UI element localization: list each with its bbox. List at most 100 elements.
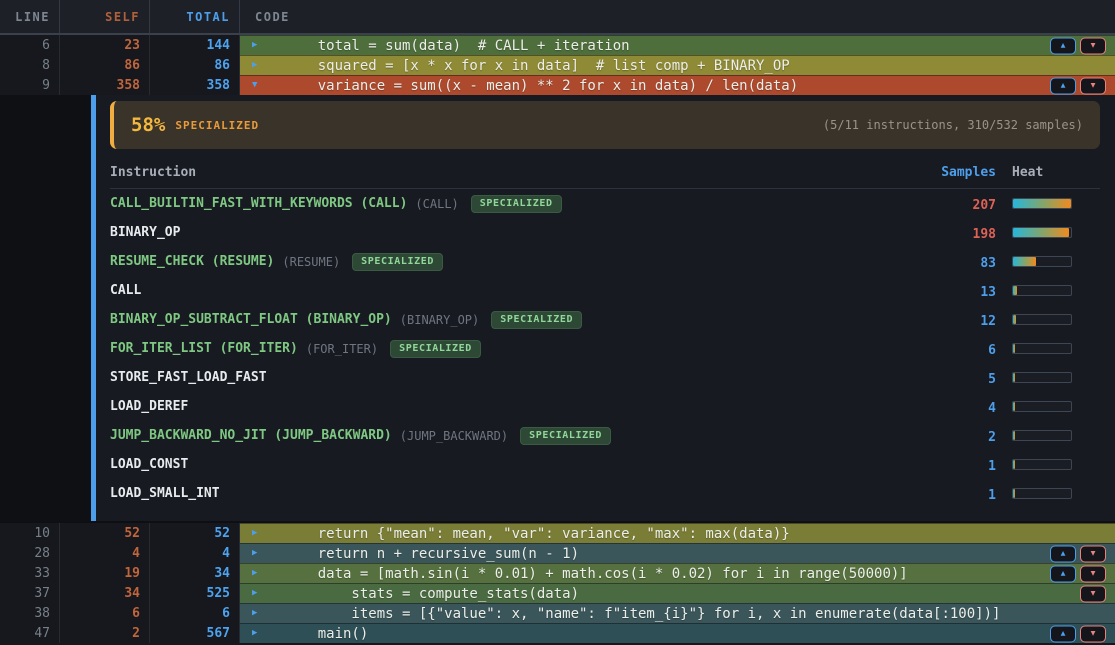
down-arrow-icon: ▼ bbox=[1091, 570, 1096, 578]
jump-down-button[interactable]: ▼ bbox=[1080, 565, 1106, 582]
sample-count: 5 bbox=[988, 372, 996, 387]
code-text: main() bbox=[284, 626, 368, 642]
heat-bar-fill bbox=[1013, 431, 1015, 440]
heat-bar-fill bbox=[1013, 373, 1015, 382]
heat-bar-fill bbox=[1013, 460, 1015, 469]
expander-collapsed-icon[interactable]: ▶ bbox=[252, 589, 262, 598]
column-header-line: LINE bbox=[0, 0, 60, 33]
table-row-line-37: 37 34 525 ▶ stats = compute_stats(data) … bbox=[0, 583, 1115, 603]
code-cell[interactable]: ▶ return {"mean": mean, "var": variance,… bbox=[240, 523, 1115, 543]
self-samples: 2 bbox=[60, 623, 150, 643]
code-cell[interactable]: ▶ return n + recursive_sum(n - 1) ▲ ▼ bbox=[240, 543, 1115, 563]
jump-down-button[interactable]: ▼ bbox=[1080, 625, 1106, 642]
code-rows-top: 6 23 144 ▶ total = sum(data) # CALL + it… bbox=[0, 35, 1115, 95]
samples-column-header: Samples bbox=[916, 165, 996, 180]
instruction-column-header: Instruction bbox=[110, 165, 916, 180]
specialized-percent: 58% bbox=[131, 114, 165, 136]
expander-collapsed-icon[interactable]: ▶ bbox=[252, 529, 262, 538]
table-row-line-33: 33 19 34 ▶ data = [math.sin(i * 0.01) + … bbox=[0, 563, 1115, 583]
base-opcode: (FOR_ITER) bbox=[306, 342, 378, 356]
instruction-name: CALL bbox=[110, 283, 141, 298]
table-row-line-10: 10 52 52 ▶ return {"mean": mean, "var": … bbox=[0, 523, 1115, 543]
self-samples: 86 bbox=[60, 55, 150, 75]
sample-count: 2 bbox=[988, 430, 996, 445]
code-cell[interactable]: ▶ squared = [x * x for x in data] # list… bbox=[240, 55, 1115, 75]
specialized-badge: SPECIALIZED bbox=[520, 427, 611, 445]
heat-column-header: Heat bbox=[996, 165, 1100, 180]
down-arrow-icon: ▼ bbox=[1091, 630, 1096, 638]
code-text: stats = compute_stats(data) bbox=[284, 586, 579, 602]
jump-up-button[interactable]: ▲ bbox=[1050, 545, 1076, 562]
specialized-badge: SPECIALIZED bbox=[352, 253, 443, 271]
instruction-name: CALL_BUILTIN_FAST_WITH_KEYWORDS (CALL) bbox=[110, 196, 407, 211]
specialized-badge: SPECIALIZED bbox=[491, 311, 582, 329]
sample-count: 83 bbox=[980, 256, 996, 271]
line-number: 6 bbox=[0, 35, 60, 55]
heat-bar-fill bbox=[1013, 257, 1036, 266]
expander-expanded-icon[interactable]: ▼ bbox=[252, 81, 262, 90]
total-samples: 567 bbox=[150, 623, 240, 643]
expander-collapsed-icon[interactable]: ▶ bbox=[252, 61, 262, 70]
self-samples: 4 bbox=[60, 543, 150, 563]
code-text: variance = sum((x - mean) ** 2 for x in … bbox=[284, 78, 798, 94]
specialized-badge: SPECIALIZED bbox=[390, 340, 481, 358]
code-cell[interactable]: ▶ data = [math.sin(i * 0.01) + math.cos(… bbox=[240, 563, 1115, 583]
code-cell[interactable]: ▶ stats = compute_stats(data) ▼ bbox=[240, 583, 1115, 603]
code-text: squared = [x * x for x in data] # list c… bbox=[284, 58, 790, 74]
code-cell[interactable]: ▼ variance = sum((x - mean) ** 2 for x i… bbox=[240, 75, 1115, 95]
table-row-line-47: 47 2 567 ▶ main() ▲ ▼ bbox=[0, 623, 1115, 643]
table-row-line-6: 6 23 144 ▶ total = sum(data) # CALL + it… bbox=[0, 35, 1115, 55]
code-text: data = [math.sin(i * 0.01) + math.cos(i … bbox=[284, 566, 908, 582]
self-samples: 34 bbox=[60, 583, 150, 603]
instruction-row: LOAD_CONST 1 bbox=[110, 450, 1100, 479]
jump-up-button[interactable]: ▲ bbox=[1050, 565, 1076, 582]
left-gutter bbox=[0, 95, 91, 521]
code-text: total = sum(data) # CALL + iteration bbox=[284, 38, 630, 54]
heat-bar bbox=[1012, 401, 1072, 412]
instruction-row: BINARY_OP_SUBTRACT_FLOAT (BINARY_OP) (BI… bbox=[110, 305, 1100, 334]
sample-count: 13 bbox=[980, 285, 996, 300]
heat-bar-fill bbox=[1013, 315, 1016, 324]
specialized-badge: SPECIALIZED bbox=[471, 195, 562, 213]
base-opcode: (CALL) bbox=[415, 197, 458, 211]
down-arrow-icon: ▼ bbox=[1091, 550, 1096, 558]
heat-bar bbox=[1012, 343, 1072, 354]
sample-count: 12 bbox=[980, 314, 996, 329]
expander-collapsed-icon[interactable]: ▶ bbox=[252, 41, 262, 50]
expander-collapsed-icon[interactable]: ▶ bbox=[252, 609, 262, 618]
instruction-row: LOAD_SMALL_INT 1 bbox=[110, 479, 1100, 508]
heat-bar bbox=[1012, 198, 1072, 209]
total-samples: 52 bbox=[150, 523, 240, 543]
expander-collapsed-icon[interactable]: ▶ bbox=[252, 629, 262, 638]
heat-bar-fill bbox=[1013, 286, 1017, 295]
self-samples: 23 bbox=[60, 35, 150, 55]
line-number: 9 bbox=[0, 75, 60, 95]
code-cell[interactable]: ▶ main() ▲ ▼ bbox=[240, 623, 1115, 643]
jump-down-button[interactable]: ▼ bbox=[1080, 585, 1106, 602]
total-samples: 86 bbox=[150, 55, 240, 75]
expander-collapsed-icon[interactable]: ▶ bbox=[252, 569, 262, 578]
sample-count: 6 bbox=[988, 343, 996, 358]
jump-up-button[interactable]: ▲ bbox=[1050, 625, 1076, 642]
jump-down-button[interactable]: ▼ bbox=[1080, 545, 1106, 562]
code-cell[interactable]: ▶ items = [{"value": x, "name": f"item_{… bbox=[240, 603, 1115, 623]
heat-bar-fill bbox=[1013, 199, 1071, 208]
instruction-name: LOAD_CONST bbox=[110, 457, 188, 472]
heat-bar-fill bbox=[1013, 402, 1015, 411]
column-header-total: TOTAL bbox=[150, 0, 240, 33]
jump-up-button[interactable]: ▲ bbox=[1050, 37, 1076, 54]
table-row-line-9: 9 358 358 ▼ variance = sum((x - mean) **… bbox=[0, 75, 1115, 95]
expander-collapsed-icon[interactable]: ▶ bbox=[252, 549, 262, 558]
instruction-row: RESUME_CHECK (RESUME) (RESUME) SPECIALIZ… bbox=[110, 247, 1100, 276]
code-text: items = [{"value": x, "name": f"item_{i}… bbox=[284, 606, 1000, 622]
line-number: 28 bbox=[0, 543, 60, 563]
jump-up-button[interactable]: ▲ bbox=[1050, 77, 1076, 94]
total-samples: 4 bbox=[150, 543, 240, 563]
instruction-name: FOR_ITER_LIST (FOR_ITER) bbox=[110, 341, 298, 356]
self-samples: 358 bbox=[60, 75, 150, 95]
heat-bar bbox=[1012, 314, 1072, 325]
jump-down-button[interactable]: ▼ bbox=[1080, 37, 1106, 54]
jump-down-button[interactable]: ▼ bbox=[1080, 77, 1106, 94]
code-cell[interactable]: ▶ total = sum(data) # CALL + iteration ▲… bbox=[240, 35, 1115, 55]
table-header: LINE SELF TOTAL CODE bbox=[0, 0, 1115, 35]
